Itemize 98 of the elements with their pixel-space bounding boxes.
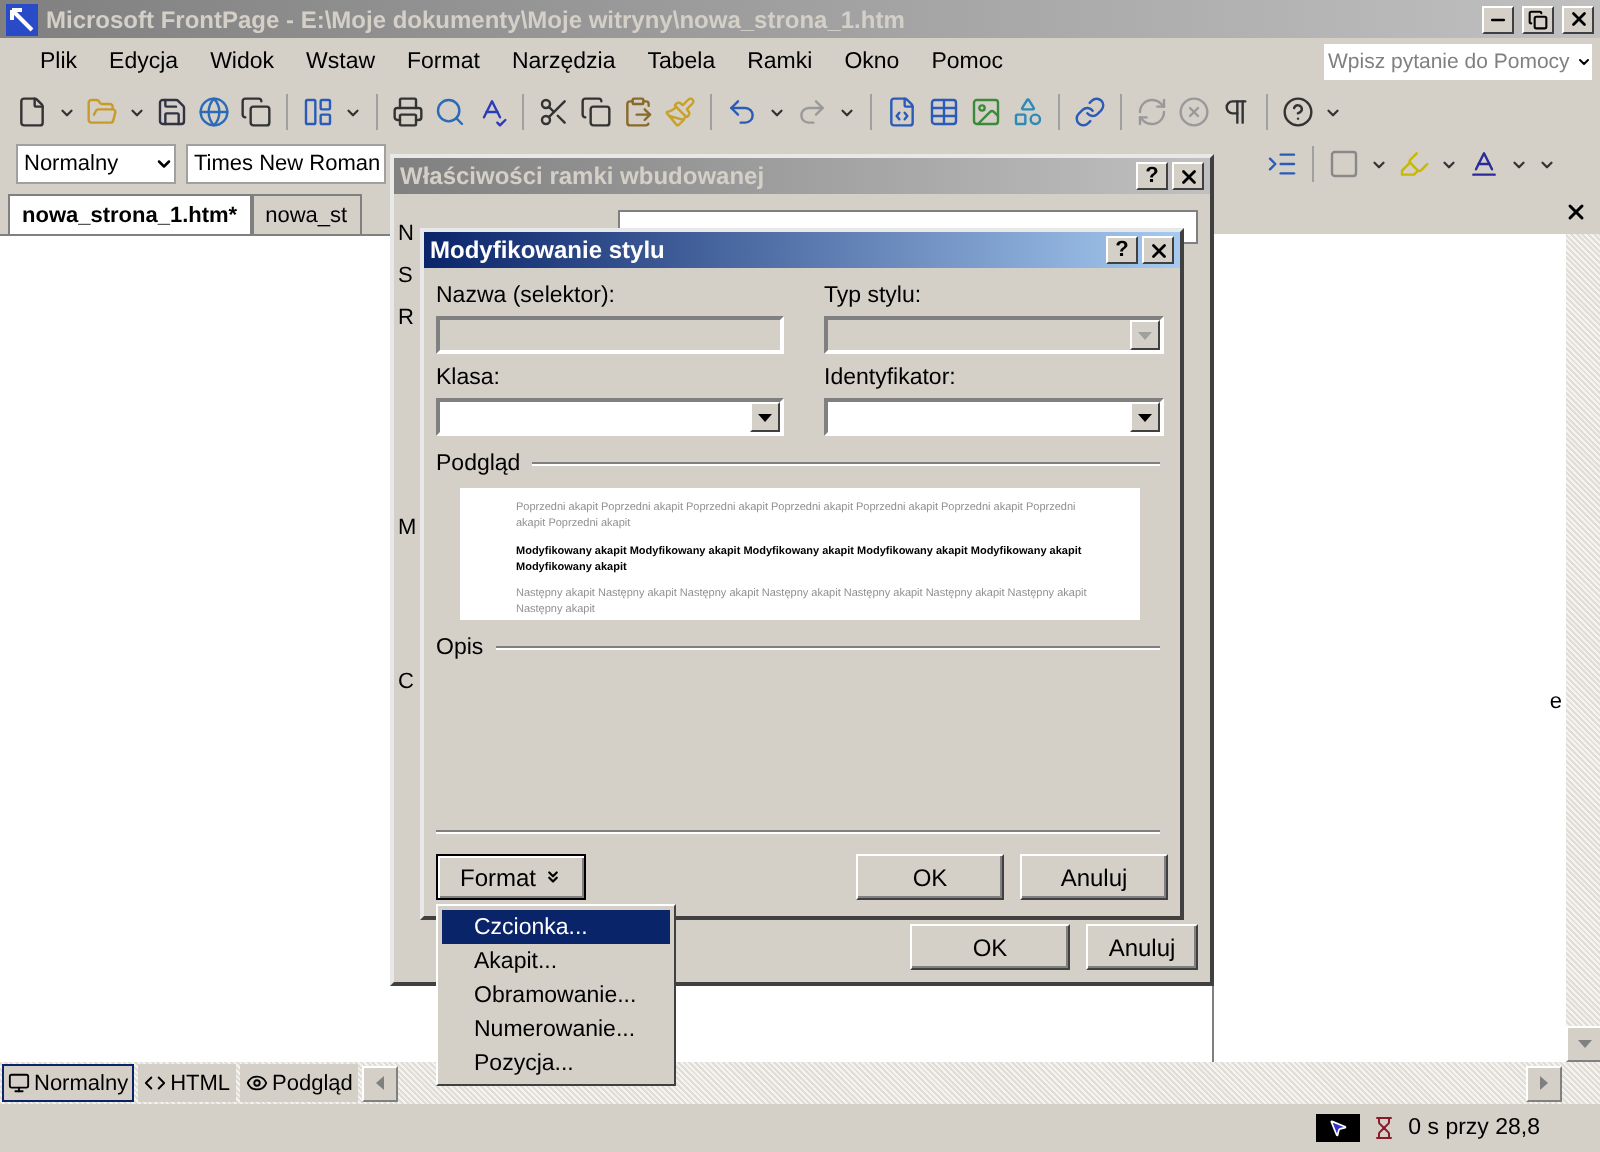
document-tab[interactable]: nowa_strona_1.htm* xyxy=(8,194,252,234)
menu-item[interactable]: Numerowanie... xyxy=(442,1012,670,1046)
right-arrow-icon xyxy=(1540,1076,1548,1090)
menu-item[interactable]: Obramowanie... xyxy=(442,978,670,1012)
preview-icon[interactable] xyxy=(434,96,466,128)
label-fragment: R xyxy=(398,306,414,330)
scrollbar[interactable] xyxy=(1566,234,1600,1062)
menu-item[interactable]: Edycja xyxy=(93,50,195,74)
code-icon xyxy=(144,1072,167,1094)
menu-item[interactable]: Pozycja... xyxy=(442,1046,670,1080)
close-icon[interactable] xyxy=(1564,200,1588,224)
close-icon xyxy=(1567,8,1589,30)
group-label: Podgląd xyxy=(436,452,521,476)
scroll-left-button[interactable] xyxy=(362,1065,399,1101)
close-icon xyxy=(1177,165,1199,187)
label-fragment: S xyxy=(398,264,413,288)
dialog-title: Modyfikowanie stylu xyxy=(430,236,667,264)
dialog-button[interactable]: Anuluj xyxy=(1086,924,1198,970)
down-arrow-icon xyxy=(1577,1040,1591,1048)
hourglass-icon xyxy=(1372,1116,1397,1140)
file-icon[interactable] xyxy=(16,96,48,128)
dialog-button[interactable]: OK xyxy=(856,854,1004,900)
document-tab[interactable]: nowa_st xyxy=(251,194,362,234)
app-icon xyxy=(6,3,38,35)
group-label: Opis xyxy=(436,636,484,660)
image-icon[interactable] xyxy=(970,96,1002,128)
print-icon[interactable] xyxy=(392,96,424,128)
dropdown-field[interactable] xyxy=(436,398,784,436)
close-button[interactable] xyxy=(1142,236,1174,264)
dialog-button[interactable]: OK xyxy=(910,924,1070,970)
format-button[interactable]: Format xyxy=(436,854,586,900)
field-label: Identyfikator: xyxy=(824,366,958,390)
window-title: Microsoft FrontPage - E:\Moje dokumenty\Moje witryny\nowa_strona_1.htm xyxy=(46,5,907,33)
minimize-button[interactable] xyxy=(1482,5,1514,33)
connection-icon xyxy=(1316,1114,1361,1142)
close-button[interactable] xyxy=(1562,5,1594,33)
label-fragment: C xyxy=(398,670,414,694)
caret-icon xyxy=(154,154,174,174)
left-arrow-icon xyxy=(376,1076,385,1090)
menu-item[interactable]: Tabela xyxy=(631,50,732,74)
view-tab[interactable]: Normalny xyxy=(2,1064,135,1102)
double-caret-icon xyxy=(544,868,562,886)
text-fragment: e xyxy=(1549,690,1562,714)
view-tab[interactable]: HTML xyxy=(138,1064,237,1102)
menu-item[interactable]: Widok xyxy=(194,50,291,74)
help-button[interactable]: ? xyxy=(1136,162,1168,190)
font-color-icon[interactable] xyxy=(1468,148,1500,180)
help-search-field[interactable]: Wpisz pytanie do Pomocy xyxy=(1324,44,1592,80)
save-icon[interactable] xyxy=(156,96,188,128)
scroll-down-button[interactable] xyxy=(1566,1026,1600,1062)
help-button[interactable]: ? xyxy=(1106,236,1138,264)
shapes-icon[interactable] xyxy=(1012,96,1044,128)
dropdown-field[interactable] xyxy=(824,398,1164,436)
dialog-button[interactable]: Anuluj xyxy=(1020,854,1168,900)
globe-icon[interactable] xyxy=(198,96,230,128)
label-fragment: M xyxy=(398,516,417,540)
undo-icon[interactable] xyxy=(726,96,758,128)
field-label: Klasa: xyxy=(436,366,502,390)
menu-item[interactable]: Czcionka... xyxy=(442,910,670,944)
menu-item[interactable]: Plik xyxy=(24,50,94,74)
restore-icon xyxy=(1528,9,1548,29)
component-icon[interactable] xyxy=(886,96,918,128)
dropdown-arrow-button[interactable] xyxy=(750,402,780,432)
cut-icon[interactable] xyxy=(538,96,570,128)
menu-item[interactable]: Wstaw xyxy=(290,50,392,74)
restore-button[interactable] xyxy=(1522,5,1554,33)
copy-icon[interactable] xyxy=(240,96,272,128)
layout-icon[interactable] xyxy=(302,96,334,128)
menu-item[interactable]: Akapit... xyxy=(442,944,670,978)
view-tab[interactable]: Podgląd xyxy=(240,1064,359,1102)
menu-item[interactable]: Format xyxy=(391,50,496,74)
table-icon[interactable] xyxy=(928,96,960,128)
dialog-title: Właściwości ramki wbudowanej xyxy=(400,162,767,190)
close-button[interactable] xyxy=(1172,162,1204,190)
menu-item[interactable]: Pomoc xyxy=(915,50,1019,74)
style-dropdown[interactable]: Normalny xyxy=(16,144,176,184)
download-time: 0 s przy 28,8 xyxy=(1408,1116,1540,1140)
field-label: Typ stylu: xyxy=(824,284,924,308)
down-arrow-icon xyxy=(758,413,772,421)
hyperlink-icon[interactable] xyxy=(1074,96,1106,128)
field-label: Nazwa (selektor): xyxy=(436,284,617,308)
close-icon xyxy=(1147,239,1169,261)
down-arrow-icon xyxy=(1138,413,1152,421)
paste-icon[interactable] xyxy=(622,96,654,128)
pilcrow-icon[interactable] xyxy=(1220,96,1252,128)
scroll-right-button[interactable] xyxy=(1526,1065,1562,1101)
font-dropdown[interactable]: Times New Roman xyxy=(186,144,386,184)
eye-icon xyxy=(246,1072,269,1094)
menu-item[interactable]: Ramki xyxy=(731,50,829,74)
down-arrow-icon xyxy=(1138,331,1152,339)
help-icon[interactable] xyxy=(1282,96,1314,128)
dropdown-arrow-button[interactable] xyxy=(1130,402,1160,432)
copy-icon[interactable] xyxy=(580,96,612,128)
indent-icon[interactable] xyxy=(1266,148,1298,180)
monitor-icon xyxy=(8,1072,30,1094)
menu-item[interactable]: Narzędzia xyxy=(495,50,632,74)
menu-item[interactable]: Okno xyxy=(828,50,916,74)
label-fragment: N xyxy=(398,222,414,246)
